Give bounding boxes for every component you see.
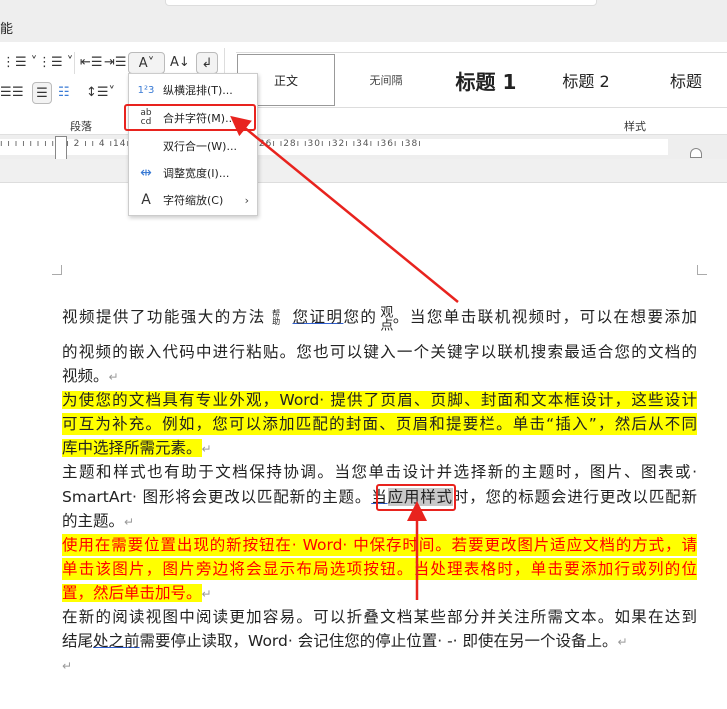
style-no-spacing[interactable]: 无间隔: [346, 53, 426, 107]
align-right-icon[interactable]: ☰: [12, 82, 24, 102]
fit-width-icon: ⇹: [140, 165, 152, 181]
doc-line[interactable]: 视频提供了功能强大的方法 帮助 您证明您的观点。当您单击联机视频时，可以在想要添…: [62, 304, 697, 331]
menu-item-fit-width[interactable]: ⇹ 调整宽度(I)...: [129, 160, 257, 186]
annotation-highlight-box: [376, 484, 456, 511]
decrease-indent-icon[interactable]: ⇤☰: [80, 52, 103, 72]
styles-gallery: 正文 无间隔 标题 1 标题 2 标题: [236, 52, 727, 108]
search-box[interactable]: [165, 0, 597, 6]
increase-indent-icon[interactable]: ⇥☰: [104, 52, 127, 72]
doc-line[interactable]: 库中选择所需元素。↵: [62, 437, 697, 460]
doc-line[interactable]: 在新的阅读视图中阅读更加容易。可以折叠文档某些部分并关注所需文本。如果在达到: [62, 606, 697, 628]
show-marks-button[interactable]: ↲: [196, 52, 218, 74]
right-indent-marker[interactable]: [690, 148, 702, 158]
doc-line[interactable]: 的视频的嵌入代码中进行粘贴。您也可以键入一个关键字以联机搜索最适合您的文档的: [62, 341, 697, 363]
doc-line[interactable]: 单击该图片，图片旁边将会显示布局选项按钮。当处理表格时，单击要添加行或列的位: [62, 558, 697, 580]
menu-item-vertical-horizontal[interactable]: 1²3 纵横混排(T)...: [129, 77, 257, 103]
style-heading-1[interactable]: 标题 1: [436, 53, 536, 107]
sort-icon[interactable]: A↓: [170, 52, 190, 72]
group-label-paragraph: 段落: [70, 120, 92, 133]
ribbon-tab-fragment[interactable]: 能: [0, 18, 13, 37]
ruler-scale: ı ı ı ı ı ı ı ı ı ı 2 ı ı 4 ı14ı ı16ı ı1…: [0, 139, 668, 155]
combined-characters: 帮助: [272, 308, 281, 326]
line-spacing-icon[interactable]: ↕☰˅: [86, 82, 115, 102]
menu-item-character-scale[interactable]: A 字符缩放(C) ›: [129, 187, 257, 213]
doc-line[interactable]: 的主题。↵: [62, 510, 697, 533]
doc-line[interactable]: 主题和样式也有助于文档保持协调。当您单击设计并选择新的主题时，图片、图表或·: [62, 461, 697, 483]
page-gap: [0, 159, 727, 183]
style-heading-2[interactable]: 标题 2: [546, 53, 626, 107]
doc-line[interactable]: ↵: [62, 654, 697, 677]
asian-layout-menu: 1²3 纵横混排(T)... ab cd 合并字符(M)... 双行合一(W)...…: [128, 73, 258, 216]
indent-marker[interactable]: [55, 136, 67, 160]
vertical-text: 观点: [377, 304, 393, 331]
distributed-icon[interactable]: ☷: [58, 82, 70, 102]
vertical-horizontal-icon: 1²3: [137, 84, 155, 96]
justify-button[interactable]: ☰: [32, 82, 52, 104]
margin-corner: [697, 265, 707, 275]
style-heading[interactable]: 标题: [656, 53, 716, 107]
submenu-chevron-icon: ›: [244, 193, 249, 207]
doc-line[interactable]: 置，然后单击加号。↵: [62, 582, 697, 605]
doc-line[interactable]: 使用在需要位置出现的新按钮在· Word· 中保存时间。若要更改图片适应文档的方…: [62, 534, 697, 556]
asian-layout-button[interactable]: A˅: [128, 52, 165, 74]
doc-line[interactable]: 可互为补充。例如，您可以添加匹配的封面、页眉和提要栏。单击“插入”，然后从不同: [62, 413, 697, 435]
doc-line[interactable]: 视频。↵: [62, 365, 697, 388]
align-center-icon[interactable]: ☰: [0, 82, 12, 102]
group-label-styles: 样式: [624, 120, 646, 133]
multilevel-list-icon[interactable]: ⋮☰ ˅: [38, 52, 73, 72]
numbering-list-icon[interactable]: ⋮☰ ˅: [2, 52, 37, 72]
title-bar: [0, 0, 727, 42]
char-scale-icon: A: [141, 192, 151, 208]
margin-corner: [52, 265, 62, 275]
doc-line[interactable]: 为使您的文档具有专业外观，Word· 提供了页眉、页脚、封面和文本框设计，这些设…: [62, 389, 697, 411]
doc-line[interactable]: 结尾处之前需要停止读取，Word· 会记住您的停止位置· -· 即使在另一个设备…: [62, 630, 697, 653]
menu-item-two-lines-in-one[interactable]: 双行合一(W)...: [129, 133, 257, 159]
annotation-highlight-box: [124, 104, 256, 131]
